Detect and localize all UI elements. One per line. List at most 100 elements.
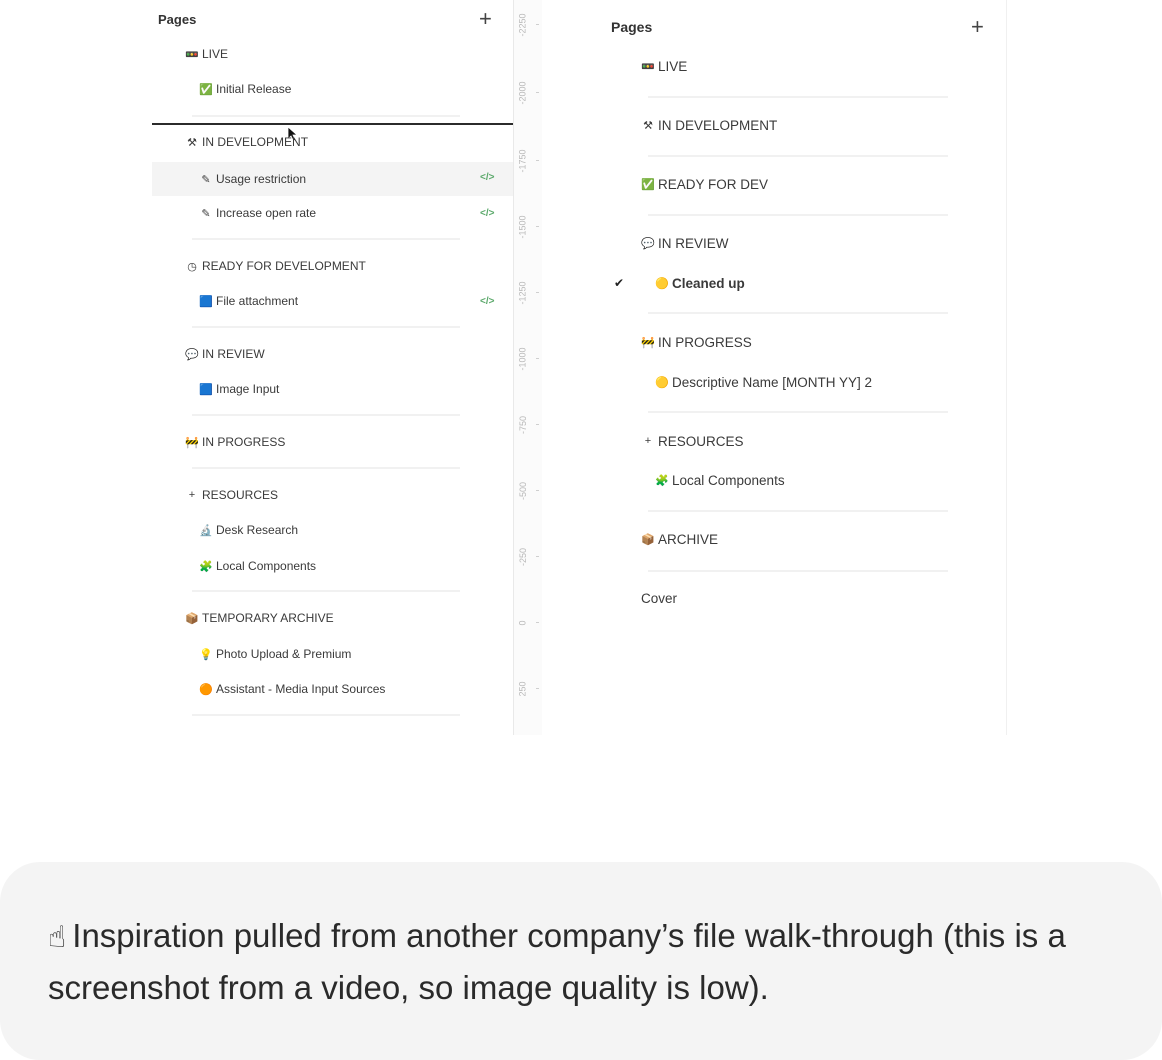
- divider: [648, 411, 948, 413]
- yellow-circle-icon: 🟡: [655, 277, 669, 290]
- page-label: Image Input: [216, 382, 280, 396]
- plus-icon: +: [644, 435, 652, 447]
- ruler-tick: -750: [516, 410, 539, 440]
- page-label: Descriptive Name [MONTH YY] 2: [672, 374, 873, 390]
- page-label: IN DEVELOPMENT: [658, 117, 778, 133]
- page-local-components[interactable]: 🧩 Local Components: [654, 468, 785, 492]
- speech-bubble-icon: 💬: [185, 348, 199, 361]
- ruler-tick: -1000: [516, 344, 539, 374]
- ruler-tick: -2000: [516, 78, 539, 108]
- divider: [192, 238, 460, 240]
- page-usage-restriction[interactable]: ✎ Usage restriction: [152, 162, 513, 196]
- section-in-progress[interactable]: 🚧 IN PROGRESS: [640, 330, 752, 354]
- puzzle-icon: 🧩: [655, 474, 669, 487]
- page-label: ARCHIVE: [658, 531, 719, 547]
- page-local-components[interactable]: 🧩 Local Components: [198, 555, 316, 577]
- page-label: RESOURCES: [202, 488, 279, 502]
- page-image-input[interactable]: 🟦 Image Input: [198, 378, 279, 400]
- pages-title: Pages: [158, 12, 197, 27]
- ruler-tick: -1250: [516, 278, 539, 308]
- caption-callout: ☝ Inspiration pulled from another company…: [0, 862, 1162, 1060]
- speech-bubble-icon: 💬: [641, 237, 655, 250]
- divider: [648, 312, 948, 314]
- box-icon: 📦: [641, 533, 655, 546]
- page-label: File attachment: [216, 294, 299, 308]
- page-label: Desk Research: [216, 523, 299, 537]
- caption-text: ☝ Inspiration pulled from another company…: [48, 911, 1108, 1013]
- add-page-button[interactable]: +: [479, 8, 492, 30]
- page-label: Photo Upload & Premium: [216, 647, 352, 661]
- divider: [648, 510, 948, 512]
- page-label: IN PROGRESS: [202, 435, 286, 449]
- canvas-ruler: -2250 -2000 -1750 -1500 -1250 -1000 -750…: [513, 0, 542, 735]
- section-ready-for-development[interactable]: ◷ READY FOR DEVELOPMENT: [184, 255, 366, 277]
- check-box-icon: ✅: [199, 83, 213, 96]
- page-label: Assistant - Media Input Sources: [216, 682, 386, 696]
- page-label: Usage restriction: [216, 172, 307, 186]
- construction-icon: 🚧: [185, 436, 199, 449]
- divider: [648, 570, 948, 572]
- section-resources[interactable]: + RESOURCES: [640, 429, 744, 453]
- left-pages-panel: Pages + 🚥 LIVE ✅ Initial Release ⚒ IN DE…: [152, 0, 513, 735]
- page-descriptive-name[interactable]: 🟡 Descriptive Name [MONTH YY] 2: [654, 370, 872, 394]
- puzzle-icon: 🧩: [199, 560, 213, 573]
- page-label: READY FOR DEV: [658, 176, 769, 192]
- clock-icon: ◷: [187, 260, 197, 273]
- page-photo-upload-premium[interactable]: 💡 Photo Upload & Premium: [198, 643, 351, 665]
- code-icon: </>: [480, 208, 495, 219]
- plus-icon: +: [188, 489, 196, 501]
- pages-title: Pages: [611, 19, 653, 35]
- page-assistant-media-input-sources[interactable]: 🟠 Assistant - Media Input Sources: [198, 678, 385, 700]
- yellow-circle-icon: 🟡: [655, 376, 669, 389]
- construction-icon: 🚧: [641, 336, 655, 349]
- current-page-check-icon: ✔: [614, 276, 625, 290]
- section-in-development[interactable]: ⚒ IN DEVELOPMENT: [640, 113, 777, 137]
- ruler-tick: -500: [516, 476, 539, 506]
- page-cleaned-up[interactable]: 🟡 Cleaned up: [654, 271, 745, 295]
- page-label: RESOURCES: [658, 433, 744, 449]
- section-live[interactable]: 🚥 LIVE: [640, 54, 687, 78]
- pointing-finger-icon: ☝: [48, 921, 67, 954]
- hammer-pick-icon: ⚒: [187, 136, 197, 149]
- frame-icon: 🟦: [199, 383, 213, 396]
- section-ready-for-dev[interactable]: ✅ READY FOR DEV: [640, 172, 768, 196]
- page-label: Increase open rate: [216, 206, 317, 220]
- box-icon: 📦: [185, 612, 199, 625]
- divider: [192, 714, 460, 716]
- section-temporary-archive[interactable]: 📦 TEMPORARY ARCHIVE: [184, 607, 334, 629]
- divider: [192, 115, 460, 117]
- traffic-light-icon: 🚥: [641, 60, 655, 73]
- page-label: Local Components: [672, 472, 785, 488]
- page-label: LIVE: [658, 58, 688, 74]
- divider: [192, 414, 460, 416]
- ruler-tick: -2250: [516, 10, 539, 40]
- ruler-tick: -1750: [516, 146, 539, 176]
- ruler-tick: -1500: [516, 212, 539, 242]
- page-label: TEMPORARY ARCHIVE: [202, 611, 334, 625]
- page-cover[interactable]: Cover: [641, 586, 677, 610]
- section-in-review[interactable]: 💬 IN REVIEW: [184, 343, 265, 365]
- page-label: IN PROGRESS: [658, 334, 752, 350]
- divider: [192, 467, 460, 469]
- code-icon: </>: [480, 172, 495, 183]
- section-in-review[interactable]: 💬 IN REVIEW: [640, 231, 729, 255]
- add-page-button[interactable]: +: [971, 16, 984, 38]
- page-desk-research[interactable]: 🔬 Desk Research: [198, 519, 298, 541]
- microscope-icon: 🔬: [199, 524, 213, 537]
- ruler-tick: 0: [516, 608, 539, 638]
- orange-circle-icon: 🟠: [199, 683, 213, 696]
- section-in-progress[interactable]: 🚧 IN PROGRESS: [184, 431, 285, 453]
- page-label: IN REVIEW: [658, 235, 729, 251]
- section-in-development[interactable]: ⚒ IN DEVELOPMENT: [184, 131, 308, 153]
- page-label: READY FOR DEVELOPMENT: [202, 259, 366, 273]
- page-initial-release[interactable]: ✅ Initial Release: [198, 78, 291, 100]
- page-increase-open-rate[interactable]: ✎ Increase open rate: [198, 202, 316, 224]
- code-icon: </>: [480, 296, 495, 307]
- section-archive[interactable]: 📦 ARCHIVE: [640, 527, 718, 551]
- page-file-attachment[interactable]: 🟦 File attachment: [198, 290, 298, 312]
- section-live[interactable]: 🚥 LIVE: [184, 43, 228, 65]
- hammer-pick-icon: ⚒: [643, 119, 653, 132]
- frame-icon: 🟦: [199, 295, 213, 308]
- section-resources[interactable]: + RESOURCES: [184, 484, 278, 506]
- page-label: Cleaned up: [672, 275, 745, 291]
